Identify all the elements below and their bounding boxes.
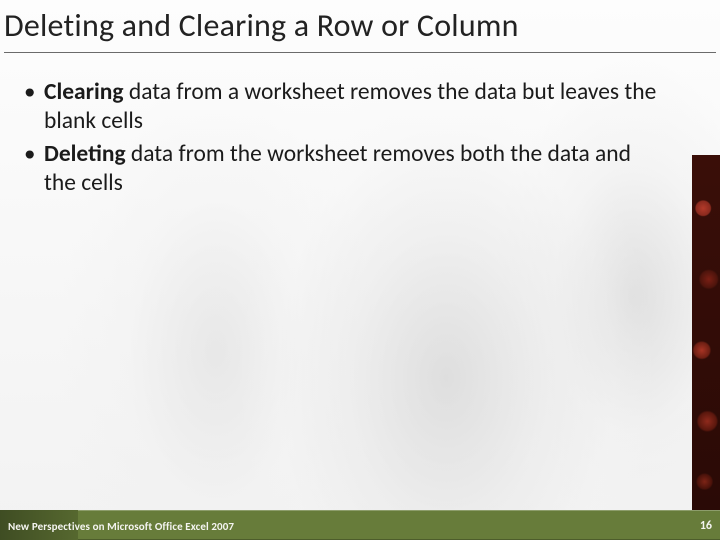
bullet-text: data from the worksheet removes both the… [44, 140, 631, 197]
slide-body: Clearing data from a worksheet removes t… [20, 78, 660, 203]
bullet-item: Deleting data from the worksheet removes… [20, 140, 660, 198]
bullet-list: Clearing data from a worksheet removes t… [20, 78, 660, 199]
footer-text: New Perspectives on Microsoft Office Exc… [8, 520, 234, 533]
bullet-text: data from a worksheet removes the data b… [44, 78, 656, 135]
bullet-bold: Deleting [44, 140, 126, 168]
slide: Deleting and Clearing a Row or Column Cl… [0, 0, 720, 540]
title-underline [4, 52, 716, 53]
leaf-accent-strip [692, 155, 720, 510]
bullet-bold: Clearing [44, 78, 124, 106]
bullet-item: Clearing data from a worksheet removes t… [20, 78, 660, 136]
page-number: 16 [700, 519, 712, 533]
slide-title: Deleting and Clearing a Row or Column [4, 6, 519, 45]
